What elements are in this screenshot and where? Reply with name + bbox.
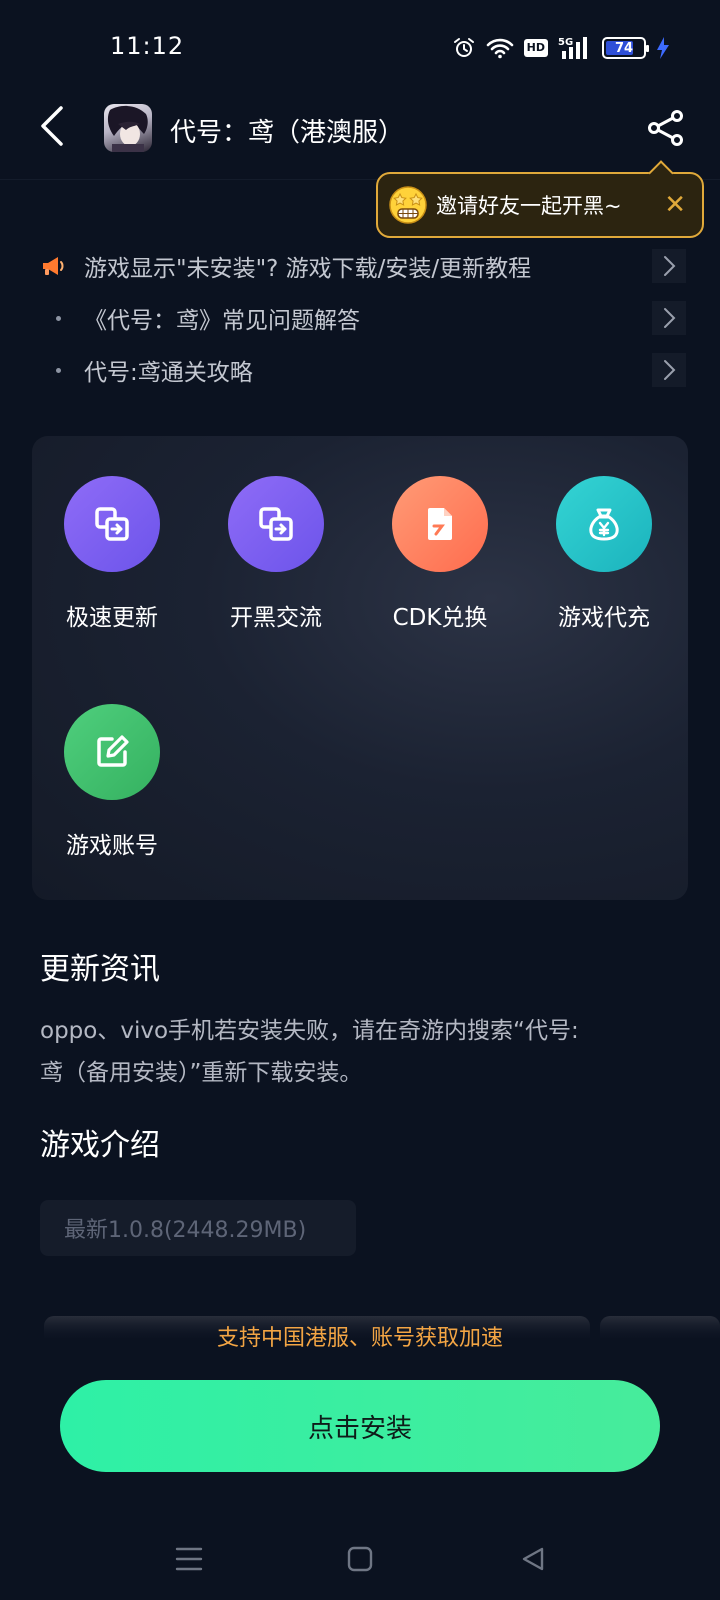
- tool-fast-update[interactable]: 极速更新: [42, 476, 182, 632]
- signal-label: 5G: [558, 37, 573, 48]
- status-icons: HD 5G 74: [452, 34, 670, 62]
- notice-text: 代号:鸢通关攻略: [84, 360, 253, 386]
- tool-label: 开黑交流: [230, 605, 322, 631]
- tool-label: 游戏代充: [558, 605, 650, 631]
- megaphone-icon: [43, 257, 64, 275]
- notice-list: 游戏显示"未安装"? 游戏下载/安装/更新教程 《代号：鸢》常见问题解答 代号:…: [40, 240, 690, 396]
- back-nav-button[interactable]: [508, 1534, 558, 1584]
- tool-cdk-redeem[interactable]: CDK兑换: [370, 476, 510, 632]
- hd-badge: HD: [523, 39, 548, 57]
- chevron-right-icon: [652, 353, 686, 387]
- notice-text: 《代号：鸢》常见问题解答: [84, 308, 360, 334]
- status-bar: 11:12 HD 5G 74: [0, 0, 720, 96]
- notice-item-faq[interactable]: 《代号：鸢》常见问题解答: [40, 292, 690, 344]
- support-text: 支持中国港服、账号获取加速: [216, 1326, 503, 1351]
- invite-text: 邀请好友一起开黑~: [436, 194, 622, 218]
- update-news-line: 鸢（备用安装）”重新下载安装。: [40, 1060, 363, 1086]
- invite-tooltip[interactable]: 邀请好友一起开黑~ ✕: [376, 172, 704, 238]
- page-title: 代号：鸢（港澳服）: [170, 118, 405, 148]
- tool-team-chat[interactable]: 开黑交流: [206, 476, 346, 632]
- update-news-title: 更新资讯: [40, 952, 160, 987]
- back-triangle-icon: [522, 1547, 544, 1571]
- back-button[interactable]: [30, 104, 74, 148]
- notice-item-guide[interactable]: 代号:鸢通关攻略: [40, 344, 690, 396]
- tool-label: 游戏账号: [66, 833, 158, 859]
- charging-icon: [657, 37, 669, 59]
- menu-button[interactable]: [164, 1534, 214, 1584]
- swap-icon: [95, 507, 129, 541]
- app-header: 代号：鸢（港澳服）: [0, 96, 720, 180]
- battery-icon: 74: [602, 37, 649, 59]
- wifi-icon: [486, 38, 513, 59]
- tool-recharge[interactable]: 游戏代充: [534, 476, 674, 632]
- close-icon[interactable]: ✕: [664, 192, 686, 218]
- status-time: 11:12: [110, 32, 185, 60]
- bullet-dot: [56, 367, 61, 373]
- game-avatar: [104, 104, 152, 152]
- home-button[interactable]: [335, 1534, 385, 1584]
- install-button[interactable]: 点击安装: [60, 1380, 660, 1472]
- chevron-left-icon: [41, 106, 63, 146]
- document-icon: [428, 508, 452, 540]
- system-nav-bar: [0, 1520, 720, 1600]
- menu-icon: [175, 1547, 203, 1571]
- swap-icon: [259, 507, 293, 541]
- money-bag-icon: [589, 508, 619, 541]
- battery-level: 74: [614, 40, 634, 56]
- notice-item-tutorial[interactable]: 游戏显示"未安装"? 游戏下载/安装/更新教程: [40, 240, 690, 292]
- signal-icon: 5G: [558, 37, 587, 59]
- star-eyes-emoji-icon: [389, 186, 427, 224]
- update-news-line: oppo、vivo手机若安装失败，请在奇游内搜索“代号:: [40, 1018, 579, 1044]
- chevron-right-icon: [652, 301, 686, 335]
- version-chip: 最新1.0.8(2448.29MB): [40, 1200, 356, 1256]
- share-button[interactable]: [642, 104, 690, 152]
- tools-card: 极速更新 开黑交流 CDK兑换 游戏代充 游戏账号: [32, 436, 688, 900]
- tool-label: 极速更新: [66, 605, 158, 631]
- bullet-dot: [56, 315, 61, 321]
- share-icon: [648, 110, 683, 146]
- tool-label: CDK兑换: [392, 605, 488, 631]
- notice-text: 游戏显示"未安装"? 游戏下载/安装/更新教程: [84, 256, 532, 282]
- edit-icon: [97, 735, 129, 767]
- home-icon: [347, 1546, 373, 1572]
- alarm-icon: [453, 38, 474, 57]
- tool-game-account[interactable]: 游戏账号: [42, 704, 182, 860]
- update-news-body: oppo、vivo手机若安装失败，请在奇游内搜索“代号: 鸢（备用安装）”重新下…: [40, 1010, 680, 1094]
- chevron-right-icon: [652, 249, 686, 283]
- game-intro-title: 游戏介绍: [40, 1128, 160, 1163]
